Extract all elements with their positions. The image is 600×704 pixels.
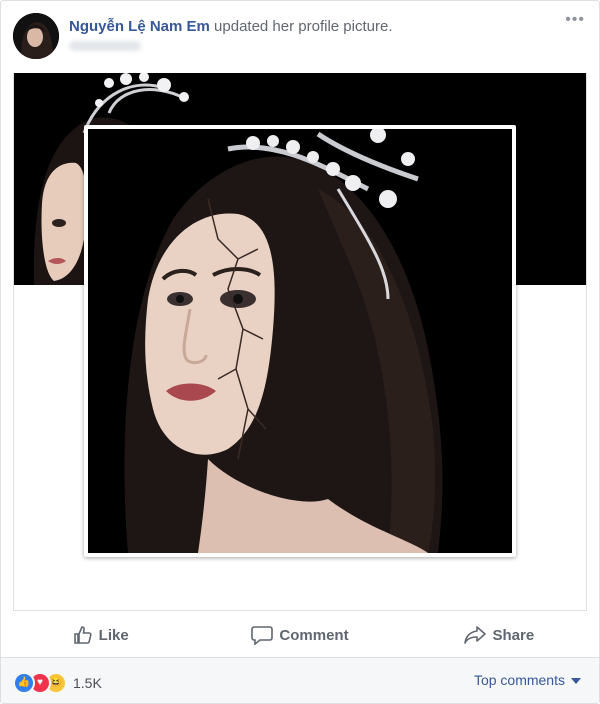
post-card: Nguyễn Lệ Nam Em updated her profile pic… bbox=[0, 0, 600, 704]
post-action-bar: Like Comment Share bbox=[1, 613, 599, 658]
profile-picture[interactable] bbox=[88, 129, 512, 553]
top-comments-dropdown[interactable]: Top comments bbox=[474, 672, 581, 688]
caret-down-icon bbox=[571, 678, 581, 685]
like-label: Like bbox=[98, 626, 129, 644]
post-footer: 👍 ♥ 😆 1.5K Top comments bbox=[1, 658, 599, 703]
comment-button[interactable]: Comment bbox=[200, 613, 399, 657]
reaction-count[interactable]: 1.5K bbox=[73, 675, 102, 691]
author-avatar[interactable] bbox=[13, 13, 59, 59]
share-arrow-icon bbox=[464, 626, 487, 644]
comment-label: Comment bbox=[279, 626, 349, 644]
like-reaction-icon: 👍 bbox=[13, 672, 35, 694]
like-button[interactable]: Like bbox=[1, 613, 200, 657]
share-button[interactable]: Share bbox=[400, 613, 599, 657]
author-name-link[interactable]: Nguyễn Lệ Nam Em bbox=[69, 18, 210, 35]
post-headline: Nguyễn Lệ Nam Em updated her profile pic… bbox=[69, 17, 393, 37]
reactions-summary[interactable]: 👍 ♥ 😆 1.5K bbox=[13, 672, 102, 694]
thumbs-up-icon bbox=[73, 626, 92, 644]
post-media[interactable] bbox=[13, 73, 587, 611]
comment-icon bbox=[251, 626, 274, 645]
post-action-text: updated her profile picture. bbox=[214, 18, 393, 35]
share-label: Share bbox=[492, 626, 535, 644]
profile-picture-frame[interactable] bbox=[84, 125, 516, 557]
ellipsis-icon[interactable]: ••• bbox=[565, 11, 585, 29]
top-comments-label: Top comments bbox=[473, 672, 565, 688]
blurred-timestamp bbox=[69, 41, 141, 51]
